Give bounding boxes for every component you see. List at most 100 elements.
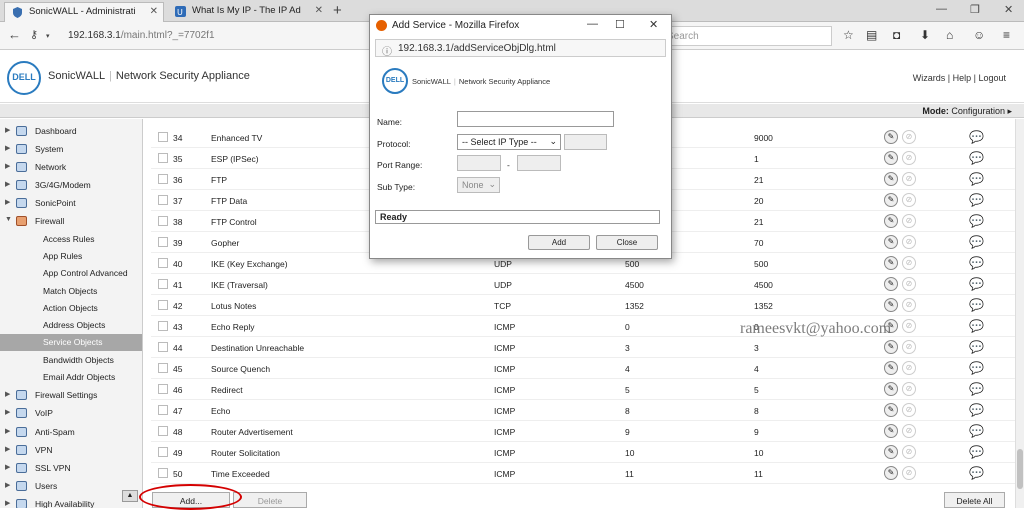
edit-icon[interactable]: ✎ [884, 277, 898, 291]
minimize-icon[interactable]: — [936, 3, 947, 15]
edit-icon[interactable]: ✎ [884, 235, 898, 249]
sidebar-item-access-rules[interactable]: Access Rules [0, 231, 142, 248]
sidebar-item-modem[interactable]: ▶ 3G/4G/Modem [0, 177, 142, 194]
download-icon[interactable]: ⬇ [920, 28, 930, 42]
comment-icon[interactable]: 💬 [969, 235, 984, 249]
tab-sonicwall[interactable]: SonicWALL - Administrati ✕ [4, 2, 164, 22]
scrollbar[interactable] [1015, 119, 1024, 508]
sidebar-item-bandwidth-objects[interactable]: Bandwidth Objects [0, 352, 142, 369]
row-checkbox[interactable] [158, 405, 168, 415]
back-icon[interactable]: ← [8, 27, 21, 42]
row-checkbox[interactable] [158, 363, 168, 373]
sidebar-item-app-control-advanced[interactable]: App Control Advanced [0, 265, 142, 282]
tab-whatismyip[interactable]: U What Is My IP - The IP Ad ✕ [168, 2, 328, 22]
edit-icon[interactable]: ✎ [884, 382, 898, 396]
edit-icon[interactable]: ✎ [884, 298, 898, 312]
edit-icon[interactable]: ✎ [884, 256, 898, 270]
row-checkbox[interactable] [158, 342, 168, 352]
edit-icon[interactable]: ✎ [884, 130, 898, 144]
delete-icon[interactable]: ⊘ [902, 466, 916, 480]
edit-icon[interactable]: ✎ [884, 151, 898, 165]
name-field[interactable] [457, 111, 614, 127]
sidebar-item-app-rules[interactable]: App Rules [0, 248, 142, 265]
edit-icon[interactable]: ✎ [884, 214, 898, 228]
protocol-select[interactable]: -- Select IP Type -- ⌄ [457, 134, 561, 150]
comment-icon[interactable]: 💬 [969, 130, 984, 144]
logout-link[interactable]: Logout [978, 73, 1006, 83]
pocket-icon[interactable]: ◘ [893, 28, 900, 42]
port-start-field[interactable] [457, 155, 501, 171]
search-input[interactable]: Search [660, 26, 832, 46]
maximize-icon[interactable]: ☐ [615, 18, 625, 31]
comment-icon[interactable]: 💬 [969, 445, 984, 459]
comment-icon[interactable]: 💬 [969, 424, 984, 438]
sidebar-item-match-objects[interactable]: Match Objects [0, 283, 142, 300]
key-icon[interactable]: ⚷ [30, 28, 38, 41]
row-checkbox[interactable] [158, 237, 168, 247]
protocol-number-field[interactable] [564, 134, 607, 150]
edit-icon[interactable]: ✎ [884, 193, 898, 207]
row-checkbox[interactable] [158, 132, 168, 142]
delete-icon[interactable]: ⊘ [902, 361, 916, 375]
row-checkbox[interactable] [158, 216, 168, 226]
delete-icon[interactable]: ⊘ [902, 319, 916, 333]
sidebar-item-anti-spam[interactable]: ▶ Anti-Spam [0, 424, 142, 441]
row-checkbox[interactable] [158, 321, 168, 331]
sidebar-item-dashboard[interactable]: ▶ Dashboard [0, 123, 142, 140]
add-button[interactable]: Add [528, 235, 590, 250]
row-checkbox[interactable] [158, 300, 168, 310]
edit-icon[interactable]: ✎ [884, 361, 898, 375]
delete-icon[interactable]: ⊘ [902, 256, 916, 270]
comment-icon[interactable]: 💬 [969, 319, 984, 333]
sidebar-item-firewall[interactable]: ▼ Firewall [0, 213, 142, 230]
sidebar-item-service-objects[interactable]: Service Objects [0, 334, 142, 351]
delete-icon[interactable]: ⊘ [902, 214, 916, 228]
sidebar-item-voip[interactable]: ▶ VoIP [0, 405, 142, 422]
close-button[interactable]: Close [596, 235, 658, 250]
delete-icon[interactable]: ⊘ [902, 340, 916, 354]
sidebar-item-system[interactable]: ▶ System [0, 141, 142, 158]
wizards-link[interactable]: Wizards [913, 73, 946, 83]
sidebar-item-network[interactable]: ▶ Network [0, 159, 142, 176]
delete-icon[interactable]: ⊘ [902, 382, 916, 396]
comment-icon[interactable]: 💬 [969, 151, 984, 165]
comment-icon[interactable]: 💬 [969, 172, 984, 186]
comment-icon[interactable]: 💬 [969, 193, 984, 207]
sidebar-item-ssl-vpn[interactable]: ▶ SSL VPN [0, 460, 142, 477]
delete-all-button[interactable]: Delete All [944, 492, 1005, 508]
row-checkbox[interactable] [158, 195, 168, 205]
delete-icon[interactable]: ⊘ [902, 130, 916, 144]
scrollbar-thumb[interactable] [1017, 449, 1023, 489]
delete-button[interactable]: Delete [233, 492, 307, 508]
delete-icon[interactable]: ⊘ [902, 151, 916, 165]
comment-icon[interactable]: 💬 [969, 214, 984, 228]
sidebar-item-address-objects[interactable]: Address Objects [0, 317, 142, 334]
delete-icon[interactable]: ⊘ [902, 172, 916, 186]
menu-icon[interactable]: ≡ [1003, 28, 1010, 42]
close-icon[interactable]: ✕ [649, 18, 658, 31]
edit-icon[interactable]: ✎ [884, 424, 898, 438]
minimize-icon[interactable]: — [587, 18, 598, 30]
row-checkbox[interactable] [158, 258, 168, 268]
url-bar[interactable]: 192.168.3.1/main.html?_=7702f1 [62, 26, 362, 46]
comment-icon[interactable]: 💬 [969, 256, 984, 270]
row-checkbox[interactable] [158, 447, 168, 457]
new-tab-icon[interactable]: + [333, 2, 342, 19]
edit-icon[interactable]: ✎ [884, 445, 898, 459]
sidebar-item-vpn[interactable]: ▶ VPN [0, 442, 142, 459]
comment-icon[interactable]: 💬 [969, 466, 984, 480]
port-end-field[interactable] [517, 155, 561, 171]
reading-list-icon[interactable]: ▤ [866, 28, 877, 42]
delete-icon[interactable]: ⊘ [902, 298, 916, 312]
comment-icon[interactable]: 💬 [969, 382, 984, 396]
delete-icon[interactable]: ⊘ [902, 403, 916, 417]
comment-icon[interactable]: 💬 [969, 340, 984, 354]
row-checkbox[interactable] [158, 468, 168, 478]
restore-icon[interactable]: ❐ [970, 3, 980, 16]
bookmark-star-icon[interactable]: ☆ [843, 28, 854, 42]
delete-icon[interactable]: ⊘ [902, 193, 916, 207]
home-icon[interactable]: ⌂ [946, 28, 953, 42]
delete-icon[interactable]: ⊘ [902, 445, 916, 459]
edit-icon[interactable]: ✎ [884, 466, 898, 480]
edit-icon[interactable]: ✎ [884, 172, 898, 186]
